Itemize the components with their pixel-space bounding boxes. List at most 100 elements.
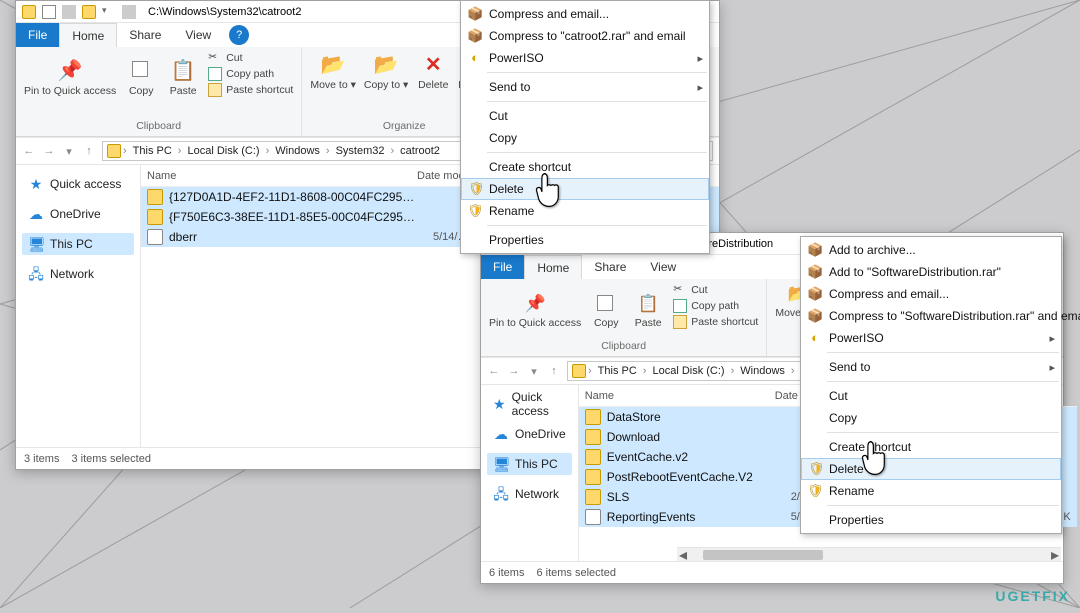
status-selected: 6 items selected	[536, 567, 615, 579]
ribbon-group-clipboard: 📌Pin to Quick access Copy 📋Paste Cut Cop…	[481, 279, 767, 356]
context-menu[interactable]: 📦Compress and email... 📦Compress to "cat…	[460, 0, 710, 254]
back-button[interactable]: ←	[22, 145, 36, 158]
tab-share[interactable]: Share	[117, 23, 173, 47]
folder-icon	[147, 209, 163, 225]
file-name: {F750E6C3-38EE-11D1-85E5-00C04FC295…	[169, 210, 433, 224]
nav-onedrive[interactable]: ☁OneDrive	[22, 203, 134, 225]
winrar-icon: 📦	[807, 308, 823, 324]
tab-home[interactable]: Home	[524, 255, 582, 279]
menu-properties[interactable]: Properties	[801, 509, 1061, 531]
up-button[interactable]: ↑	[547, 365, 561, 378]
horizontal-scrollbar[interactable]: ◂ ▸	[677, 547, 1061, 561]
drive-icon	[107, 144, 121, 158]
file-name: PostRebootEventCache.V2	[607, 470, 791, 484]
group-title: Clipboard	[601, 340, 646, 352]
folder-icon	[585, 429, 601, 445]
scissors-icon	[673, 283, 687, 297]
move-to-button[interactable]: 📂Move to ▾	[310, 51, 356, 91]
nav-quick-access[interactable]: ★Quick access	[487, 393, 572, 415]
tab-file[interactable]: File	[16, 23, 59, 47]
group-title: Clipboard	[136, 120, 181, 132]
back-button[interactable]: ←	[487, 365, 501, 378]
forward-button[interactable]: →	[507, 365, 521, 378]
nav-network[interactable]: 🖧Network	[22, 263, 134, 285]
menu-compress-email[interactable]: 📦Compress and email...	[801, 283, 1061, 305]
cut-button[interactable]: Cut	[673, 283, 758, 297]
shield-icon: 🛡	[808, 461, 824, 477]
menu-cut[interactable]: Cut	[801, 385, 1061, 407]
scissors-icon	[208, 51, 222, 65]
menu-add-archive[interactable]: 📦Add to archive...	[801, 239, 1061, 261]
group-title: Organize	[383, 120, 426, 132]
nav-pane: ★Quick access ☁OneDrive 🖥This PC 🖧Networ…	[481, 385, 579, 561]
menu-add-rar[interactable]: 📦Add to "SoftwareDistribution.rar"	[801, 261, 1061, 283]
poweriso-icon: ◐	[807, 330, 823, 346]
menu-create-shortcut[interactable]: Create shortcut	[461, 156, 709, 178]
paste-shortcut-button[interactable]: Paste shortcut	[673, 315, 758, 329]
copy-path-button[interactable]: Copy path	[208, 67, 293, 81]
paste-button[interactable]: 📋Paste	[631, 293, 665, 329]
copy-path-icon	[208, 67, 222, 81]
quick-access-toolbar: ▾	[16, 5, 142, 19]
drive-icon	[572, 364, 586, 378]
menu-send-to[interactable]: Send to▸	[801, 356, 1061, 378]
tab-share[interactable]: Share	[582, 255, 638, 279]
nav-this-pc[interactable]: 🖥This PC	[487, 453, 572, 475]
menu-compress-email[interactable]: 📦Compress and email...	[461, 3, 709, 25]
nav-network[interactable]: 🖧Network	[487, 483, 572, 505]
chevron-down-icon[interactable]: ▾	[102, 5, 116, 19]
tab-file[interactable]: File	[481, 255, 524, 279]
nav-onedrive[interactable]: ☁OneDrive	[487, 423, 572, 445]
cut-button[interactable]: Cut	[208, 51, 293, 65]
paste-shortcut-button[interactable]: Paste shortcut	[208, 83, 293, 97]
cloud-icon: ☁	[28, 206, 44, 222]
copy-button[interactable]: Copy	[124, 57, 158, 97]
copy-button[interactable]: Copy	[589, 293, 623, 329]
tab-home[interactable]: Home	[59, 23, 117, 47]
menu-copy[interactable]: Copy	[461, 127, 709, 149]
chevron-right-icon: ▸	[697, 52, 703, 65]
file-icon	[147, 229, 163, 245]
menu-rename[interactable]: 🛡Rename	[801, 480, 1061, 502]
help-icon[interactable]: ?	[229, 25, 249, 45]
recent-button[interactable]: ▾	[527, 365, 541, 378]
tab-view[interactable]: View	[638, 255, 688, 279]
paste-shortcut-icon	[208, 83, 222, 97]
menu-copy[interactable]: Copy	[801, 407, 1061, 429]
scroll-thumb[interactable]	[703, 550, 823, 560]
tab-view[interactable]: View	[173, 23, 223, 47]
menu-compress-rar-email[interactable]: 📦Compress to "catroot2.rar" and email	[461, 25, 709, 47]
chevron-right-icon: ▸	[1049, 361, 1055, 374]
status-items: 6 items	[489, 567, 524, 579]
paste-button[interactable]: 📋Paste	[166, 57, 200, 97]
context-menu[interactable]: 📦Add to archive... 📦Add to "SoftwareDist…	[800, 236, 1062, 534]
forward-button[interactable]: →	[42, 145, 56, 158]
up-button[interactable]: ↑	[82, 145, 96, 158]
recent-button[interactable]: ▾	[62, 145, 76, 158]
doc-icon	[42, 5, 56, 19]
menu-poweriso[interactable]: ◐PowerISO▸	[461, 47, 709, 69]
pin-button[interactable]: 📌Pin to Quick access	[489, 293, 581, 329]
nav-quick-access[interactable]: ★Quick access	[22, 173, 134, 195]
star-icon: ★	[28, 176, 44, 192]
copy-to-button[interactable]: 📂Copy to ▾	[364, 51, 408, 91]
menu-send-to[interactable]: Send to▸	[461, 76, 709, 98]
menu-poweriso[interactable]: ◐PowerISO▸	[801, 327, 1061, 349]
menu-properties[interactable]: Properties	[461, 229, 709, 251]
network-icon: 🖧	[28, 266, 44, 282]
winrar-icon: 📦	[467, 6, 483, 22]
menu-delete[interactable]: 🛡Delete	[801, 458, 1061, 480]
menu-rename[interactable]: 🛡Rename	[461, 200, 709, 222]
menu-compress-rar-email[interactable]: 📦Compress to "SoftwareDistribution.rar" …	[801, 305, 1061, 327]
delete-button[interactable]: ✕Delete	[416, 51, 450, 91]
shield-icon: 🛡	[467, 203, 483, 219]
menu-delete[interactable]: 🛡Delete	[461, 178, 709, 200]
folder-icon	[585, 409, 601, 425]
nav-this-pc[interactable]: 🖥This PC	[22, 233, 134, 255]
chevron-right-icon: ▸	[1049, 332, 1055, 345]
copy-path-button[interactable]: Copy path	[673, 299, 758, 313]
pc-icon: 🖥	[28, 236, 44, 252]
menu-create-shortcut[interactable]: Create shortcut	[801, 436, 1061, 458]
pin-button[interactable]: 📌Pin to Quick access	[24, 57, 116, 97]
menu-cut[interactable]: Cut	[461, 105, 709, 127]
